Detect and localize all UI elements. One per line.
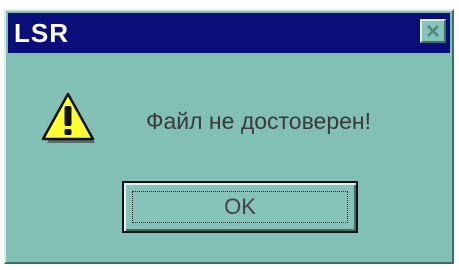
window-title: LSR <box>14 18 69 48</box>
close-button[interactable] <box>420 19 446 43</box>
ok-button-label: OK <box>224 194 256 219</box>
dialog-window: LSR Файл не достоверен! OK <box>4 9 454 264</box>
close-icon <box>427 25 439 37</box>
dialog-message: Файл не достоверен! <box>146 108 372 134</box>
warning-icon <box>41 92 95 143</box>
ok-button[interactable]: OK <box>122 181 358 233</box>
title-bar[interactable]: LSR <box>8 13 450 53</box>
